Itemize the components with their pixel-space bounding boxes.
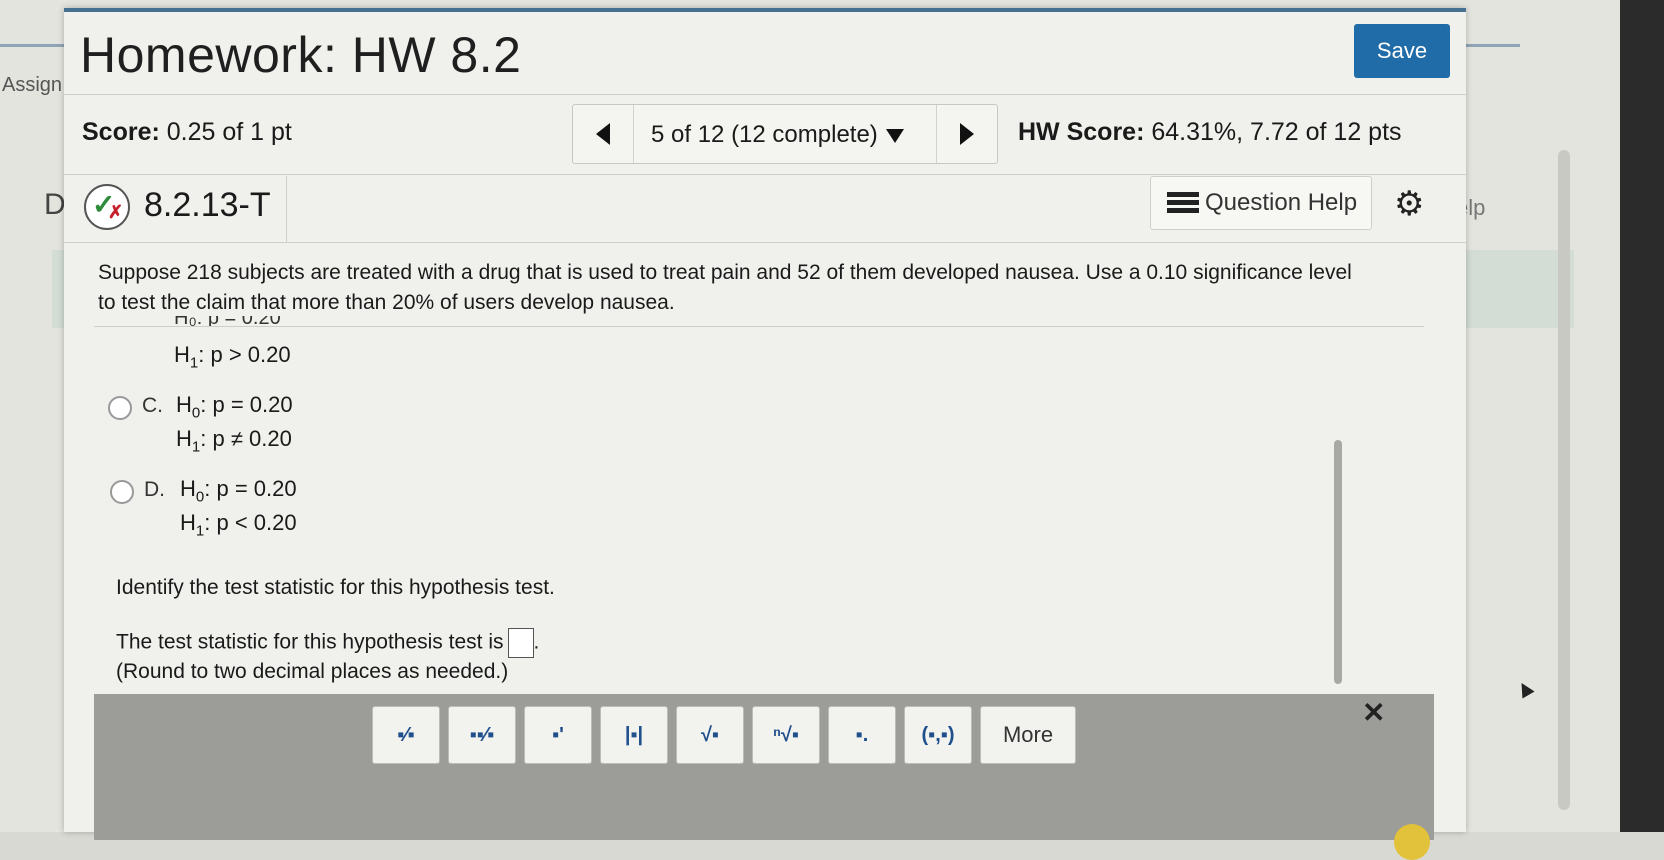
page-title: Homework: HW 8.2 <box>80 27 522 83</box>
option-c-h0: H0: p = 0.20 <box>176 392 293 422</box>
save-button[interactable]: Save <box>1354 24 1450 78</box>
cut-off-option-text: H₀: p = 0.20 <box>174 316 281 326</box>
option-c-h1: H1: p ≠ 0.20 <box>176 426 292 456</box>
divider <box>64 242 1466 243</box>
question-id: 8.2.13-T <box>144 186 271 224</box>
background-divider <box>1466 44 1520 47</box>
score-value: 0.25 of 1 pt <box>159 118 292 146</box>
mixed-number-button[interactable]: ▪▪⁄▪ <box>448 706 516 764</box>
screen-bezel <box>1620 0 1664 832</box>
help-icon[interactable] <box>1394 824 1430 860</box>
hw-score-label: HW Score: <box>1018 118 1145 146</box>
interval-button[interactable]: (▪,▪) <box>904 706 972 764</box>
answer-suffix: . <box>533 630 540 654</box>
hw-score-value: 64.31%, 7.72 of 12 pts <box>1144 118 1402 146</box>
nth-root-button[interactable]: ⁿ√▪ <box>752 706 820 764</box>
decimal-button[interactable]: ▪. <box>828 706 896 764</box>
rounding-note: (Round to two decimal places as needed.) <box>116 660 509 683</box>
background-d-label: D <box>44 188 66 221</box>
math-toolbar: ▪⁄▪ ▪▪⁄▪ ▪' |▪| √▪ ⁿ√▪ ▪. (▪,▪) More <box>94 694 1434 840</box>
divider <box>94 326 1424 327</box>
question-scrollbar[interactable] <box>1334 440 1342 684</box>
question-selector[interactable]: 5 of 12 (12 complete) <box>651 121 904 149</box>
test-statistic-input[interactable] <box>507 628 534 658</box>
hw-score-display: HW Score: 64.31%, 7.72 of 12 pts <box>1018 118 1402 147</box>
close-toolbar-icon[interactable]: ✕ <box>1362 696 1385 729</box>
homework-modal: Homework: HW 8.2 Save Score: 0.25 of 1 p… <box>64 8 1466 860</box>
option-d-h0: H0: p = 0.20 <box>180 476 297 506</box>
option-d-letter: D. <box>144 478 165 501</box>
arrow-right-icon <box>960 123 974 145</box>
absolute-value-button[interactable]: |▪| <box>600 706 668 764</box>
modal-top-bar <box>64 8 1466 12</box>
partial-credit-icon: ✓ ✗ <box>84 184 130 230</box>
option-c-letter: C. <box>142 394 163 417</box>
more-button[interactable]: More <box>980 706 1076 764</box>
divider <box>64 94 1466 95</box>
x-mark-icon: ✗ <box>108 202 124 222</box>
answer-prefix: The test statistic for this hypothesis t… <box>116 630 504 654</box>
divider <box>286 176 287 242</box>
question-help-button[interactable]: Question Help <box>1150 176 1372 230</box>
fraction-button[interactable]: ▪⁄▪ <box>372 706 440 764</box>
background-divider <box>0 44 64 47</box>
previous-question-button[interactable] <box>573 105 634 163</box>
option-d-h1: H1: p < 0.20 <box>180 510 297 540</box>
score-display: Score: 0.25 of 1 pt <box>82 118 292 147</box>
exponent-button[interactable]: ▪' <box>524 706 592 764</box>
list-icon <box>1167 191 1199 215</box>
question-navigator: 5 of 12 (12 complete) <box>572 104 998 164</box>
question-text: Suppose 218 subjects are treated with a … <box>98 261 1352 314</box>
divider <box>64 174 1466 175</box>
background-assign-label: Assign <box>2 74 63 96</box>
background-scrollbar[interactable] <box>1558 150 1570 810</box>
next-question-button[interactable] <box>936 105 997 163</box>
option-d-radio[interactable] <box>110 480 134 504</box>
arrow-left-icon <box>596 123 610 145</box>
option-b-h1: H1: p > 0.20 <box>174 342 291 372</box>
question-position-label: 5 of 12 (12 complete) <box>651 121 878 148</box>
answer-line: The test statistic for this hypothesis t… <box>116 628 539 658</box>
identify-prompt: Identify the test statistic for this hyp… <box>116 576 555 599</box>
caret-down-icon <box>885 128 904 143</box>
option-c-radio[interactable] <box>108 396 132 420</box>
question-help-label: Question Help <box>1205 189 1358 216</box>
gear-icon[interactable]: ⚙ <box>1394 184 1424 224</box>
score-label: Score: <box>82 118 160 146</box>
square-root-button[interactable]: √▪ <box>676 706 744 764</box>
